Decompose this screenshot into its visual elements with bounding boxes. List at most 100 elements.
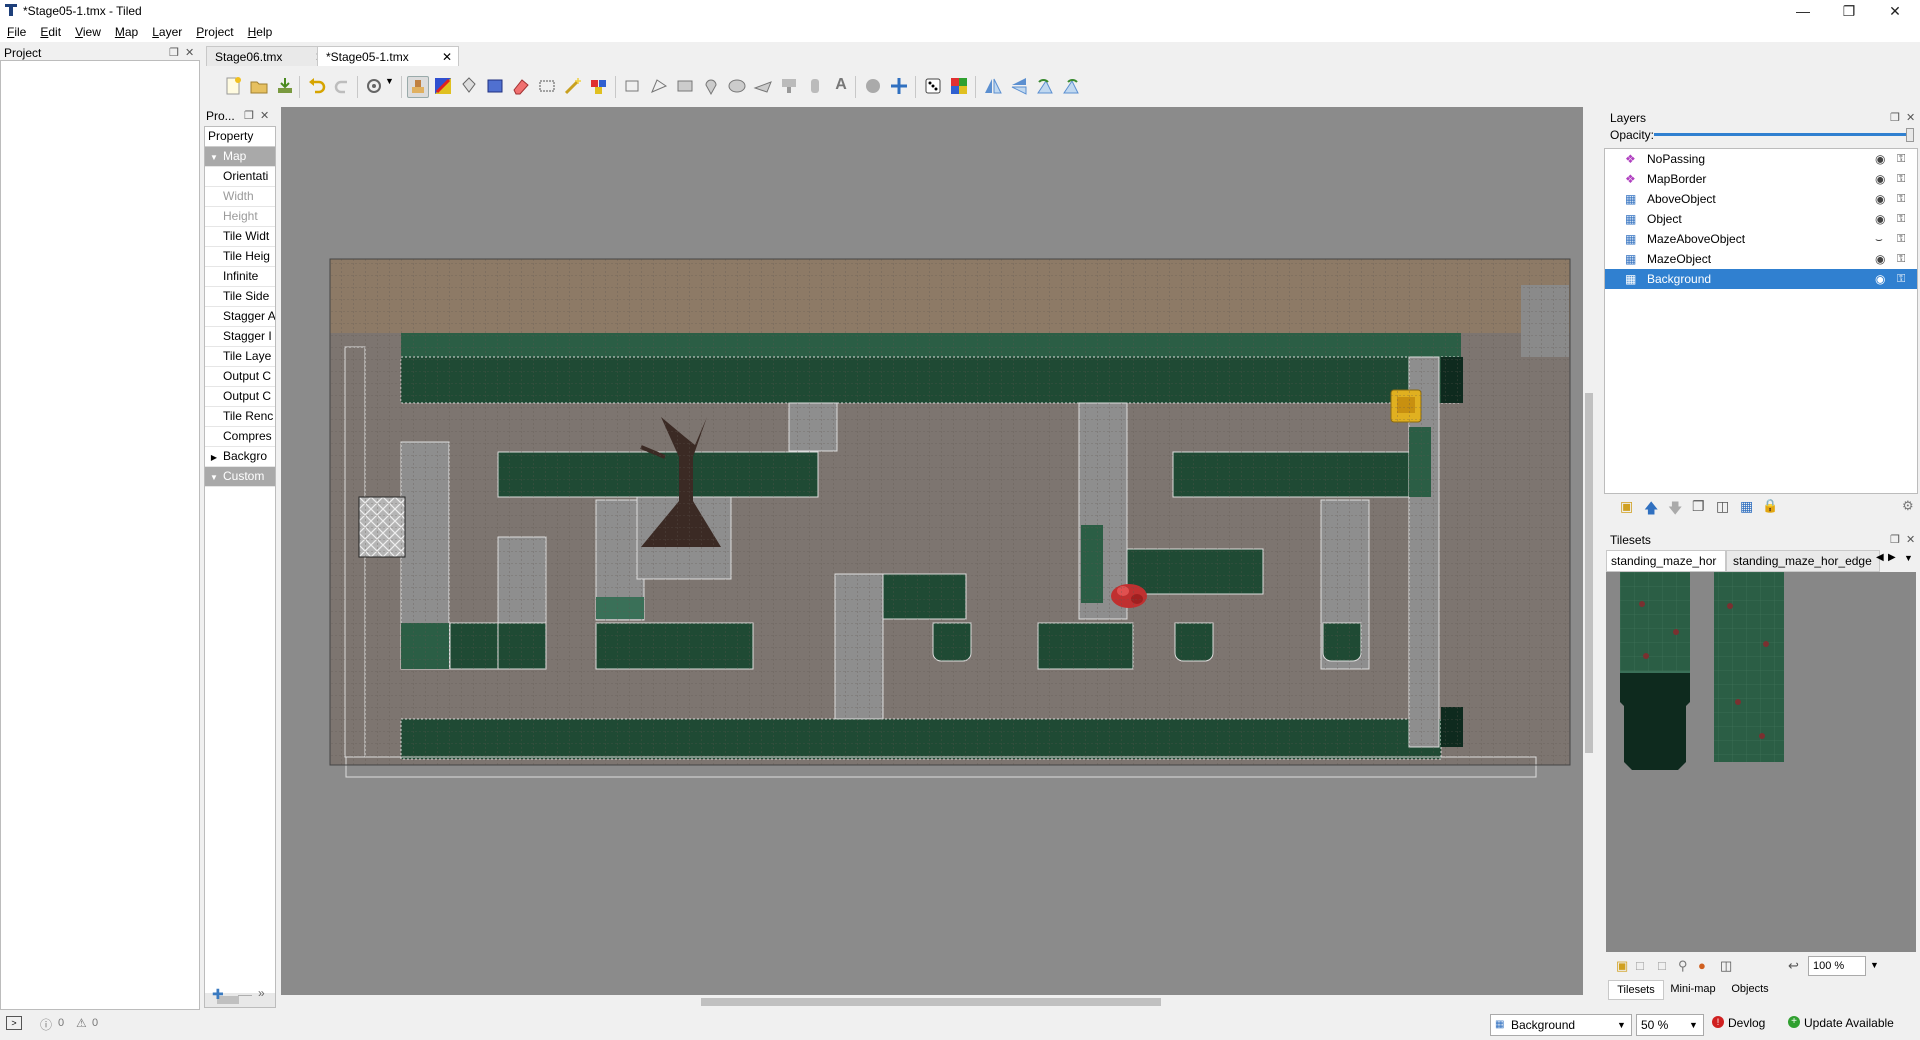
edit-tileset-icon[interactable]: ⚲ (1678, 958, 1688, 974)
embed-tileset-icon[interactable]: □ (1636, 958, 1644, 973)
lock-icon[interactable]: ⚿ (1897, 249, 1905, 269)
wang-sets-icon[interactable]: ● (1698, 958, 1706, 973)
property-row[interactable]: Compres (205, 427, 275, 447)
tab-scroll-right-icon[interactable]: ▶ (1888, 552, 1896, 563)
shape-fill-icon[interactable] (485, 76, 505, 96)
add-property-icon[interactable]: ✚ (212, 986, 224, 1003)
tab-stage06[interactable]: Stage06.tmx ✕ (206, 46, 330, 67)
wang-fill-icon[interactable] (949, 76, 969, 96)
property-row[interactable]: Orientati (205, 167, 275, 187)
bucket-fill-icon[interactable] (459, 76, 479, 96)
close-panel-icon[interactable]: ✕ (185, 45, 194, 61)
float-panel-icon[interactable]: ❐ (1890, 532, 1900, 548)
layer-menu-icon[interactable]: ⚙ (1902, 498, 1914, 514)
insert-rectangle-icon[interactable] (675, 76, 695, 96)
lower-layer-icon[interactable]: 🡇 (1668, 498, 1682, 522)
random-mode-icon[interactable] (923, 76, 943, 96)
magic-wand-icon[interactable] (563, 76, 583, 96)
property-row[interactable]: Stagger A (205, 307, 275, 327)
opacity-slider-handle[interactable] (1906, 128, 1914, 142)
rotate-left-icon[interactable] (1035, 76, 1055, 96)
terrain-brush-icon[interactable] (433, 76, 453, 96)
float-panel-icon[interactable]: ❐ (244, 108, 254, 124)
open-file-icon[interactable] (249, 76, 269, 96)
property-group[interactable]: ▼ Custom (205, 467, 275, 487)
layer-row[interactable]: ▦ AboveObject ◉ ⚿ (1605, 189, 1917, 209)
update-available-link[interactable]: Update Available (1804, 1016, 1894, 1030)
layer-row[interactable]: ▦ Object ◉ ⚿ (1605, 209, 1917, 229)
menu-view[interactable]: View (68, 22, 108, 42)
opacity-slider[interactable] (1654, 128, 1914, 142)
flip-horizontal-icon[interactable] (983, 76, 1003, 96)
float-panel-icon[interactable]: ❐ (169, 45, 179, 61)
edit-polygons-icon[interactable] (649, 76, 669, 96)
tab-mini-map[interactable]: Mini-map (1664, 980, 1722, 998)
tileset-tab-standing-maze-hor-edge[interactable]: standing_maze_hor_edge (1726, 550, 1880, 572)
tile-hedge-edge[interactable] (1714, 572, 1784, 762)
new-tileset-icon[interactable]: ▣ (1616, 958, 1628, 974)
canvas-vertical-scrollbar[interactable] (1583, 107, 1595, 995)
close-panel-icon[interactable]: ✕ (260, 108, 269, 124)
tileset-view[interactable] (1606, 572, 1916, 952)
eye-closed-icon[interactable]: ⌣ (1875, 229, 1883, 249)
lock-icon[interactable]: ⚿ (1897, 189, 1905, 209)
tab-stage05-1[interactable]: *Stage05-1.tmx ✕ (317, 46, 459, 67)
export-tileset-icon[interactable]: □ (1658, 958, 1666, 973)
flip-vertical-icon[interactable] (1009, 76, 1029, 96)
property-row[interactable]: Stagger I (205, 327, 275, 347)
lock-icon[interactable]: ⚿ (1897, 149, 1905, 169)
duplicate-layer-icon[interactable]: ❐ (1692, 498, 1705, 515)
devlog-link[interactable]: Devlog (1728, 1016, 1765, 1030)
close-window-button[interactable]: ✕ (1872, 0, 1918, 22)
remove-tileset-icon[interactable]: ◫ (1720, 958, 1732, 974)
delete-layer-icon[interactable]: ◫ (1716, 498, 1729, 515)
eye-icon[interactable]: ◉ (1875, 209, 1885, 229)
canvas-horizontal-scrollbar[interactable] (281, 995, 1585, 1009)
menu-project[interactable]: Project (189, 22, 240, 42)
property-row[interactable]: Infinite (205, 267, 275, 287)
float-panel-icon[interactable]: ❐ (1890, 110, 1900, 126)
property-row[interactable]: Height (205, 207, 275, 227)
close-tab-icon[interactable]: ✕ (442, 47, 452, 67)
property-row[interactable]: Tile Renc (205, 407, 275, 427)
tile-map[interactable] (281, 107, 1593, 995)
eye-icon[interactable]: ◉ (1875, 189, 1885, 209)
error-icon[interactable]: ⓘ (40, 1016, 52, 1033)
layer-combo[interactable]: ▦ Background ▼ (1490, 1014, 1632, 1036)
close-panel-icon[interactable]: ✕ (1906, 532, 1915, 548)
select-objects-icon[interactable] (623, 76, 643, 96)
layer-row[interactable]: ❖ NoPassing ◉ ⚿ (1605, 149, 1917, 169)
tab-objects[interactable]: Objects (1724, 980, 1776, 998)
property-row[interactable]: Tile Widt (205, 227, 275, 247)
new-layer-icon[interactable]: ▣ (1620, 498, 1633, 515)
close-panel-icon[interactable]: ✕ (1906, 110, 1915, 126)
eye-icon[interactable]: ◉ (1875, 169, 1885, 189)
raise-layer-icon[interactable]: 🡅 (1644, 498, 1658, 522)
new-file-icon[interactable] (223, 76, 243, 96)
lock-icon[interactable]: ⚿ (1897, 169, 1905, 189)
remove-property-icon[interactable]: — (238, 986, 252, 1002)
insert-template-icon[interactable] (805, 76, 825, 96)
console-icon[interactable]: > (6, 1016, 22, 1030)
redo-icon[interactable] (333, 76, 353, 96)
property-row[interactable]: ▶ Backgro (205, 447, 275, 467)
scroll-thumb[interactable] (701, 998, 1161, 1006)
warning-icon[interactable]: ⚠ (76, 1016, 87, 1030)
menu-help[interactable]: Help (241, 22, 280, 42)
tab-tilesets[interactable]: Tilesets (1608, 980, 1664, 1000)
chevron-down-icon[interactable]: ▼ (1904, 553, 1913, 563)
layer-row[interactable]: ▦ MazeAboveObject ⌣ ⚿ (1605, 229, 1917, 249)
restore-button[interactable]: ❐ (1826, 0, 1872, 22)
toggle-other-layers-icon[interactable]: ▦ (1740, 498, 1753, 515)
undo-icon[interactable] (307, 76, 327, 96)
tab-scroll-left-icon[interactable]: ◀ (1876, 552, 1884, 563)
eye-icon[interactable]: ◉ (1875, 269, 1885, 289)
chevron-down-icon[interactable]: ▼ (1870, 960, 1879, 970)
eraser-icon[interactable] (511, 76, 531, 96)
property-row[interactable]: Tile Laye (205, 347, 275, 367)
stamp-brush-icon[interactable] (407, 76, 429, 98)
layer-row[interactable]: ❖ MapBorder ◉ ⚿ (1605, 169, 1917, 189)
insert-tile-icon[interactable] (779, 76, 799, 96)
rotate-right-icon[interactable] (1061, 76, 1081, 96)
dynamic-wrap-icon[interactable]: ↩ (1788, 958, 1799, 974)
